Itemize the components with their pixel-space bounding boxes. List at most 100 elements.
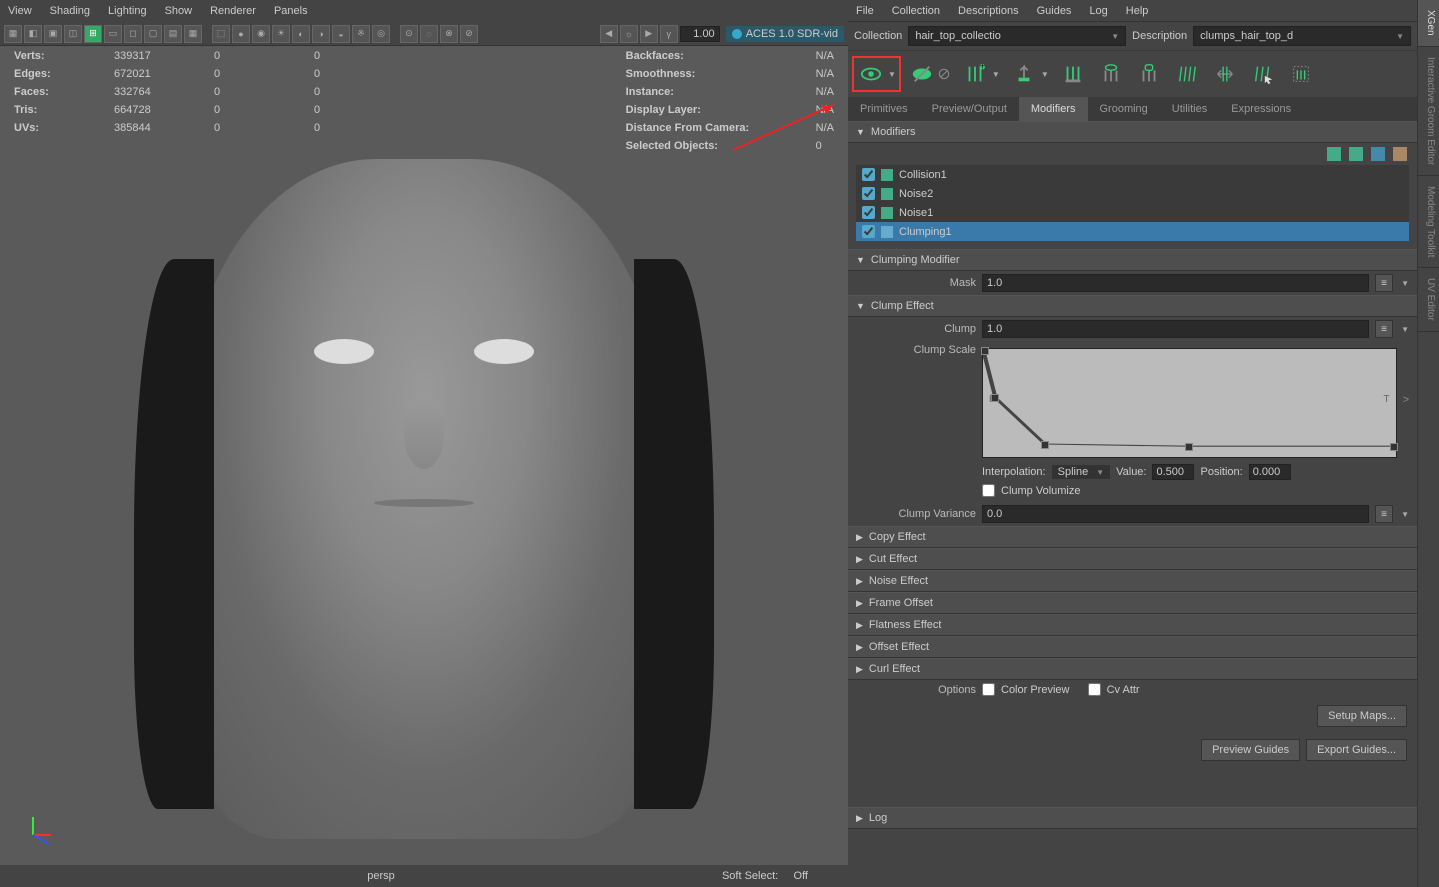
bookmark-icon[interactable]: ◧ (24, 25, 42, 43)
gamma-icon[interactable]: γ (660, 25, 678, 43)
tab-expressions[interactable]: Expressions (1219, 97, 1303, 121)
cv-attr-checkbox[interactable] (1088, 683, 1101, 696)
clump-expr-icon[interactable]: ≡ (1375, 320, 1393, 338)
modifier-checkbox[interactable] (862, 225, 875, 238)
safe-action-icon[interactable]: ▦ (184, 25, 202, 43)
width-icon[interactable] (1211, 60, 1239, 88)
tab-utilities[interactable]: Utilities (1160, 97, 1219, 121)
select-camera-icon[interactable]: ▦ (4, 25, 22, 43)
description-dropdown[interactable]: clumps_hair_top_d▼ (1193, 26, 1411, 46)
xray-active-icon[interactable]: ⊘ (460, 25, 478, 43)
move-guide-arrow[interactable]: ▼ (1041, 70, 1049, 79)
modifier-item-noise1[interactable]: Noise1 (856, 203, 1409, 222)
clump-volumize-checkbox[interactable] (982, 484, 995, 497)
vp-menu-view[interactable]: View (8, 5, 32, 17)
vp-menu-shading[interactable]: Shading (50, 5, 90, 17)
two-side-icon[interactable]: ◫ (64, 25, 82, 43)
vp-menu-lighting[interactable]: Lighting (108, 5, 147, 17)
log-section-header[interactable]: ▶Log (848, 807, 1417, 829)
cut-effect-header[interactable]: ▶Cut Effect (848, 548, 1417, 570)
smooth-shade-icon[interactable]: ● (232, 25, 250, 43)
vtab-modeling-toolkit[interactable]: Modeling Toolkit (1418, 176, 1439, 269)
clump-effect-header[interactable]: ▼Clump Effect (848, 295, 1417, 317)
modifier-item-collision1[interactable]: Collision1 (856, 165, 1409, 184)
noise-effect-header[interactable]: ▶Noise Effect (848, 570, 1417, 592)
add-guide-icon[interactable]: + (961, 60, 989, 88)
exposure-value[interactable]: 1.00 (680, 26, 720, 42)
preview-eye-icon[interactable] (857, 60, 885, 88)
textured-icon[interactable]: ◉ (252, 25, 270, 43)
xg-menu-collection[interactable]: Collection (892, 5, 940, 17)
add-modifier-icon[interactable] (1327, 147, 1341, 161)
vp-menu-renderer[interactable]: Renderer (210, 5, 256, 17)
xray-icon[interactable]: ◌ (420, 25, 438, 43)
setup-maps-button[interactable]: Setup Maps... (1317, 705, 1407, 727)
vtab-uv-editor[interactable]: UV Editor (1418, 268, 1439, 332)
isolate-icon[interactable]: ⊙ (400, 25, 418, 43)
tab-grooming[interactable]: Grooming (1088, 97, 1160, 121)
hide-disabled-icon[interactable] (937, 60, 951, 88)
duplicate-modifier-icon[interactable] (1349, 147, 1363, 161)
add-guide-arrow[interactable]: ▼ (992, 70, 1000, 79)
gate-mask-icon[interactable]: ▢ (144, 25, 162, 43)
modifiers-section-header[interactable]: ▼Modifiers (848, 121, 1417, 143)
visibility-guide-icon[interactable] (1097, 60, 1125, 88)
clumping-modifier-header[interactable]: ▼Clumping Modifier (848, 249, 1417, 271)
film-gate-icon[interactable]: ▭ (104, 25, 122, 43)
preview-guides-button[interactable]: Preview Guides (1201, 739, 1300, 761)
dof-icon[interactable]: ◎ (372, 25, 390, 43)
modifier-item-noise2[interactable]: Noise2 (856, 184, 1409, 203)
motion-blur-icon[interactable]: ◒ (332, 25, 350, 43)
xray-joints-icon[interactable]: ⊗ (440, 25, 458, 43)
mask-input[interactable] (982, 274, 1369, 292)
clump-menu-arrow[interactable]: ▼ (1401, 325, 1409, 334)
folder-modifier-icon[interactable] (1393, 147, 1407, 161)
curve-point[interactable] (981, 347, 989, 355)
modifier-item-clumping1[interactable]: Clumping1 (856, 222, 1409, 241)
multisample-icon[interactable]: ※ (352, 25, 370, 43)
exposure-icon[interactable]: ☼ (620, 25, 638, 43)
resolution-gate-icon[interactable]: ◻ (124, 25, 142, 43)
mask-menu-arrow[interactable]: ▼ (1401, 279, 1409, 288)
wireframe-icon[interactable]: ⬚ (212, 25, 230, 43)
shadows-icon[interactable]: ◐ (292, 25, 310, 43)
export-guides-button[interactable]: Export Guides... (1306, 739, 1407, 761)
curve-point[interactable] (1390, 443, 1398, 451)
curve-point[interactable] (1185, 443, 1193, 451)
tab-modifiers[interactable]: Modifiers (1019, 97, 1088, 121)
field-chart-icon[interactable]: ▤ (164, 25, 182, 43)
curve-expand-icon[interactable]: > (1403, 394, 1409, 406)
mask-expr-icon[interactable]: ≡ (1375, 274, 1393, 292)
variance-expr-icon[interactable]: ≡ (1375, 505, 1393, 523)
hide-icon[interactable] (908, 60, 936, 88)
curve-value-input[interactable] (1152, 464, 1194, 480)
exposure-up-icon[interactable]: ▶ (640, 25, 658, 43)
modifier-checkbox[interactable] (862, 168, 875, 181)
lock-guide-icon[interactable] (1135, 60, 1163, 88)
tab-preview-output[interactable]: Preview/Output (920, 97, 1019, 121)
curve-position-input[interactable] (1249, 464, 1291, 480)
preview-dropdown-arrow[interactable]: ▼ (888, 70, 896, 79)
frame-offset-header[interactable]: ▶Frame Offset (848, 592, 1417, 614)
exposure-down-icon[interactable]: ◀ (600, 25, 618, 43)
xg-menu-descriptions[interactable]: Descriptions (958, 5, 1019, 17)
vtab-xgen[interactable]: XGen (1418, 0, 1439, 47)
move-guide-icon[interactable] (1010, 60, 1038, 88)
clump-variance-input[interactable] (982, 505, 1369, 523)
clump-input[interactable] (982, 320, 1369, 338)
collection-dropdown[interactable]: hair_top_collectio▼ (908, 26, 1126, 46)
modifier-checkbox[interactable] (862, 187, 875, 200)
interpolation-dropdown[interactable]: Spline▼ (1052, 465, 1111, 479)
color-preview-checkbox[interactable] (982, 683, 995, 696)
vp-menu-show[interactable]: Show (165, 5, 193, 17)
curve-point[interactable] (1041, 441, 1049, 449)
clump-scale-curve[interactable]: RT (982, 348, 1397, 458)
xg-menu-file[interactable]: File (856, 5, 874, 17)
use-lights-icon[interactable]: ☀ (272, 25, 290, 43)
vtab-interactive-groom[interactable]: Interactive Groom Editor (1418, 47, 1439, 176)
copy-effect-header[interactable]: ▶Copy Effect (848, 526, 1417, 548)
comb-icon[interactable] (1173, 60, 1201, 88)
grid-icon[interactable]: ⊞ (84, 25, 102, 43)
tab-primitives[interactable]: Primitives (848, 97, 920, 121)
select-guide-icon[interactable] (1249, 60, 1277, 88)
